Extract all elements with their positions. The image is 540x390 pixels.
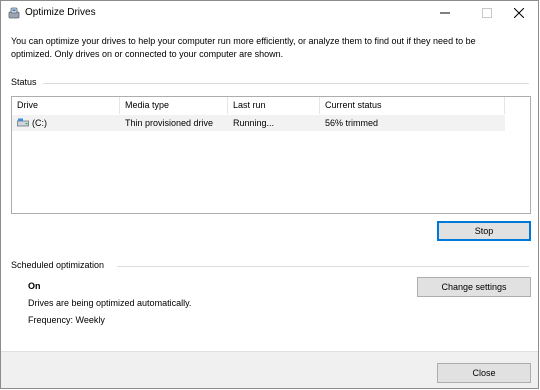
column-header-media-type[interactable]: Media type [120, 97, 228, 114]
drive-last-run: Running... [233, 118, 275, 128]
schedule-state: On [28, 281, 41, 291]
scheduled-section-label: Scheduled optimization [11, 260, 105, 270]
column-header-current-status[interactable]: Current status [320, 97, 505, 114]
drives-list[interactable]: Drive Media type Last run Current status… [11, 96, 531, 214]
close-button[interactable]: Close [437, 363, 531, 383]
drive-row[interactable]: (C:) Thin provisioned drive Running... 5… [12, 115, 505, 131]
defrag-app-icon [8, 7, 20, 19]
list-header: Drive Media type Last run Current status [12, 97, 530, 114]
column-header-last-run[interactable]: Last run [228, 97, 320, 114]
schedule-message: Drives are being optimized automatically… [28, 298, 192, 308]
maximize-icon [482, 8, 492, 18]
schedule-frequency: Frequency: Weekly [28, 315, 105, 325]
column-header-drive[interactable]: Drive [12, 97, 120, 114]
minimize-button[interactable] [427, 1, 463, 25]
status-section-label: Status [11, 77, 37, 87]
minimize-icon [440, 12, 450, 14]
title-bar[interactable]: Optimize Drives [1, 1, 538, 27]
close-icon [514, 8, 524, 18]
scheduled-divider [117, 266, 529, 267]
optimize-drives-window: Optimize Drives You can optimize your dr… [0, 0, 539, 389]
close-window-button[interactable] [501, 1, 537, 25]
drive-current-status: 56% trimmed [325, 118, 379, 128]
drive-media-type: Thin provisioned drive [125, 118, 214, 128]
stop-button[interactable]: Stop [437, 221, 531, 241]
window-title: Optimize Drives [25, 7, 96, 18]
dialog-footer: Close [1, 351, 538, 388]
maximize-button[interactable] [469, 1, 505, 25]
change-settings-button[interactable]: Change settings [417, 277, 531, 297]
drive-name: (C:) [32, 118, 47, 128]
description-text: You can optimize your drives to help you… [11, 36, 476, 59]
status-divider [43, 83, 529, 84]
